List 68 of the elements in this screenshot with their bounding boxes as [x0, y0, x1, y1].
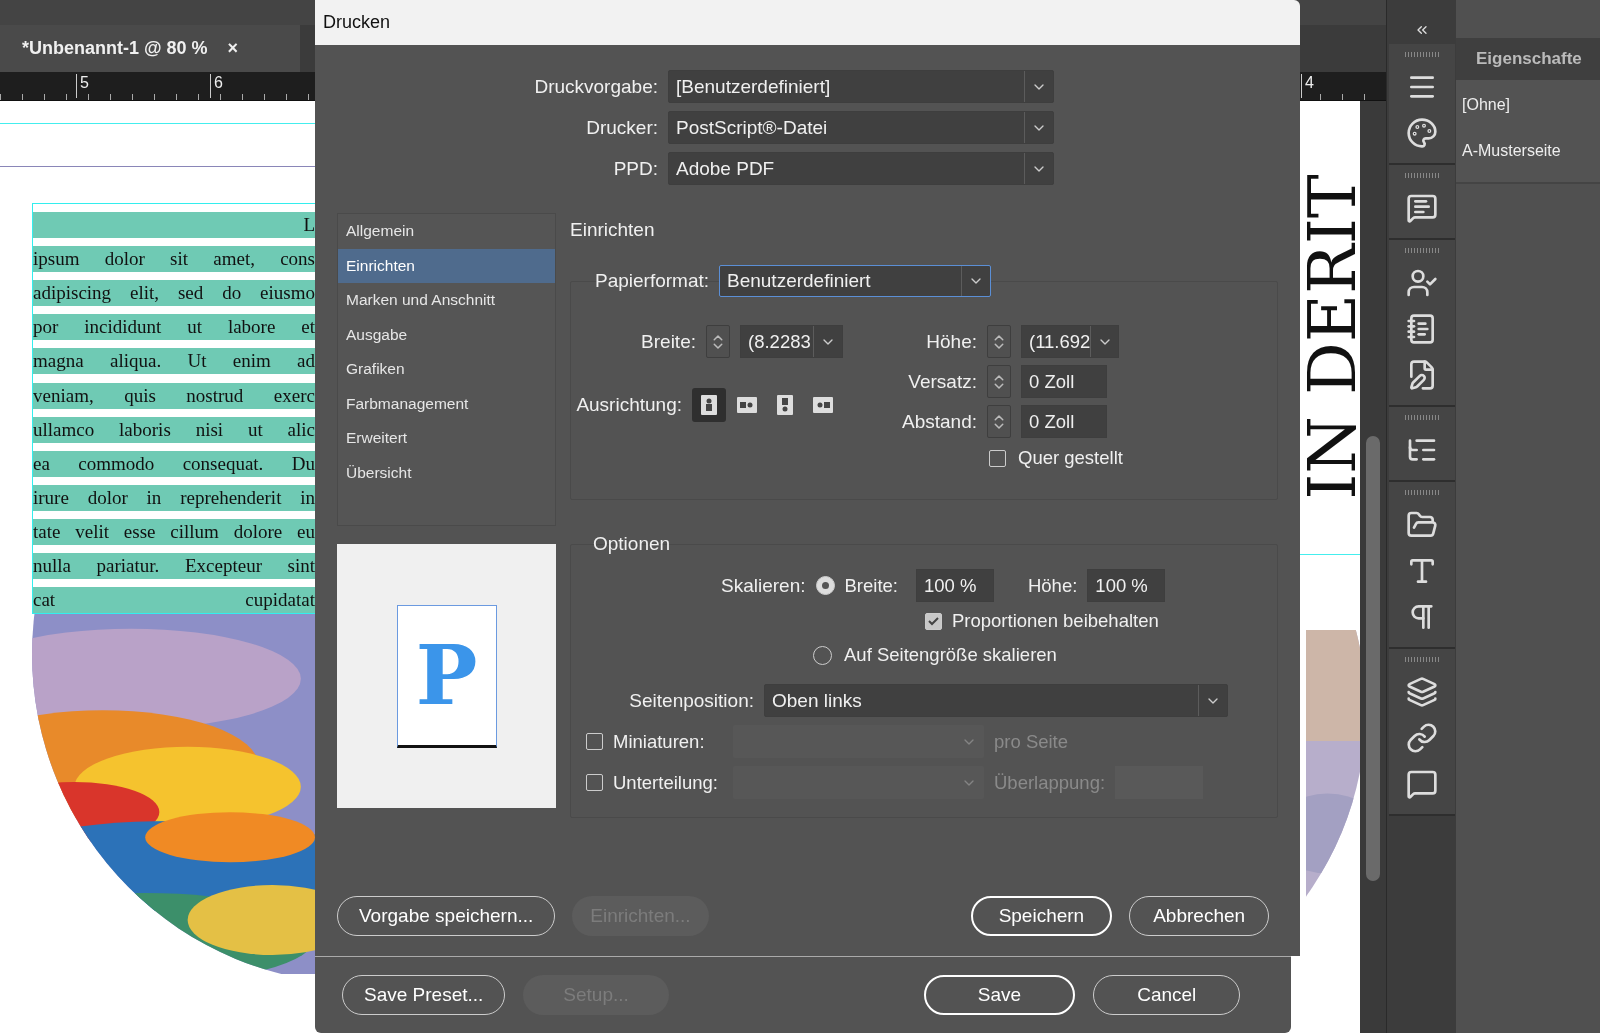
checkbox-label: Quer gestellt	[1018, 447, 1123, 469]
scale-width-field[interactable]: 100 %	[915, 569, 994, 602]
dialog-button[interactable]: Save	[923, 975, 1076, 1015]
field-label: PPD:	[612, 157, 658, 180]
radio-label: Auf Seitengröße skalieren	[844, 644, 1057, 666]
category-item[interactable]: Marken und Anschnitt	[338, 283, 555, 318]
stepper-button[interactable]	[987, 365, 1011, 398]
dropdown[interactable]: PostScript®-Datei	[668, 111, 1054, 144]
field-label: Breite:	[640, 330, 696, 353]
checkbox-label: Miniaturen:	[613, 730, 706, 753]
gap-field[interactable]: 0 Zoll	[1021, 405, 1107, 438]
dialog-button[interactable]: Speichern	[970, 896, 1113, 936]
comment-icon[interactable]	[1405, 192, 1438, 224]
checkbox[interactable]	[989, 449, 1006, 467]
field-label: Skalieren:	[721, 574, 806, 597]
scale-height-field[interactable]: 100 %	[1087, 569, 1166, 602]
stepper-button[interactable]	[987, 325, 1011, 358]
speech-bubble-icon[interactable]	[1405, 768, 1438, 800]
user-check-icon[interactable]	[1405, 267, 1438, 299]
category-item[interactable]: Ausgabe	[338, 317, 555, 352]
offset-field[interactable]: 0 Zoll	[1021, 365, 1107, 398]
category-item[interactable]: Übersicht	[338, 455, 555, 490]
link-icon[interactable]	[1405, 722, 1438, 754]
field-label: Höhe:	[925, 330, 977, 353]
close-button[interactable]: ×	[227, 38, 239, 59]
document-tab[interactable]: *Unbenannt-1 @ 80 % ×	[0, 25, 300, 72]
paper-size-dropdown[interactable]: Benutzerdefiniert	[719, 265, 991, 297]
dialog-title: Drucken	[323, 12, 391, 33]
vertical-heading: IN DERIT	[1306, 173, 1360, 500]
stepper-button[interactable]	[706, 325, 730, 358]
field-label: Höhe:	[1027, 574, 1078, 597]
page-preview: P	[396, 604, 497, 748]
group-title: Optionen	[592, 533, 672, 555]
field-label: Seitenposition:	[628, 689, 754, 712]
field-label: Papierformat:	[593, 270, 709, 292]
section-title: Einrichten	[570, 219, 656, 241]
checkbox-label: Proportionen beibehalten	[952, 610, 1159, 632]
category-item[interactable]: Erweitert	[338, 421, 555, 456]
layers-icon[interactable]	[1405, 676, 1438, 708]
properties-item[interactable]: A-Musterseite	[1462, 142, 1600, 160]
checkbox[interactable]	[925, 612, 942, 630]
checkmark-icon	[928, 616, 939, 626]
scrollbar-thumb[interactable]	[1366, 436, 1380, 881]
category-item[interactable]: Farbmanagement	[338, 386, 555, 421]
field-label: Ausrichtung:	[575, 394, 682, 416]
radio-button[interactable]	[815, 576, 835, 595]
palette-icon[interactable]	[1405, 117, 1438, 149]
ruler-number: 5	[76, 74, 89, 98]
category-item[interactable]: Grafiken	[338, 352, 555, 387]
field-label: Drucker:	[585, 116, 658, 139]
ruler-number: 4	[1301, 74, 1314, 98]
radio-label: Breite:	[844, 574, 898, 597]
height-field[interactable]: (11.692	[1021, 325, 1119, 358]
checkbox-label: Unterteilung:	[613, 771, 719, 794]
orientation-button[interactable]	[692, 388, 726, 422]
field-label: Druckvorgabe:	[533, 75, 658, 98]
field-label: Versatz:	[907, 370, 977, 393]
width-field[interactable]: (8.2283	[740, 325, 843, 358]
properties-item[interactable]: [Ohne]	[1462, 96, 1600, 114]
category-item[interactable]: Allgemein	[338, 214, 555, 249]
page-position-dropdown[interactable]: Oben links	[764, 684, 1228, 717]
dropdown[interactable]: [Benutzerdefiniert]	[668, 70, 1054, 103]
dropdown[interactable]: Adobe PDF	[668, 152, 1054, 185]
field-label: Abstand:	[901, 410, 977, 433]
document-title: *Unbenannt-1 @ 80 %	[22, 38, 208, 59]
stepper-button[interactable]	[987, 405, 1011, 438]
ruler-number: 6	[210, 74, 223, 98]
category-item[interactable]: Einrichten	[338, 248, 555, 283]
